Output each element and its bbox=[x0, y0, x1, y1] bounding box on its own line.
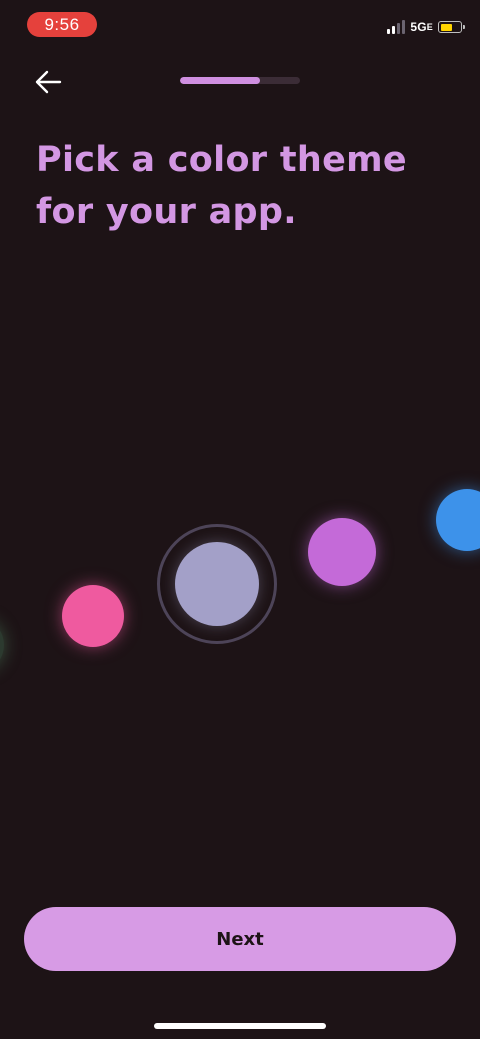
page-title: Pick a color theme for your app. bbox=[36, 140, 407, 232]
back-button[interactable] bbox=[30, 64, 66, 100]
network-main: 5G bbox=[410, 20, 427, 34]
arrow-left-icon bbox=[35, 70, 62, 94]
onboarding-progress-bar bbox=[180, 77, 300, 84]
network-label: 5GE bbox=[410, 20, 433, 34]
status-indicators: 5GE bbox=[387, 18, 465, 36]
swatch-purple[interactable] bbox=[308, 518, 376, 586]
home-indicator bbox=[154, 1023, 326, 1029]
network-suffix: E bbox=[426, 22, 433, 32]
progress-fill bbox=[180, 77, 261, 84]
color-theme-screen: 9:56 5GE Pick a color theme for your app… bbox=[0, 0, 480, 1039]
battery-icon bbox=[438, 21, 465, 33]
signal-icon bbox=[387, 20, 406, 34]
status-time: 9:56 bbox=[27, 12, 97, 37]
swatch-pink[interactable] bbox=[62, 585, 124, 647]
battery-fill bbox=[440, 23, 452, 31]
swatch-green[interactable] bbox=[0, 620, 4, 670]
next-button[interactable]: Next bbox=[24, 907, 456, 971]
swatch-lavender[interactable] bbox=[175, 542, 259, 626]
swatch-blue[interactable] bbox=[436, 489, 480, 551]
